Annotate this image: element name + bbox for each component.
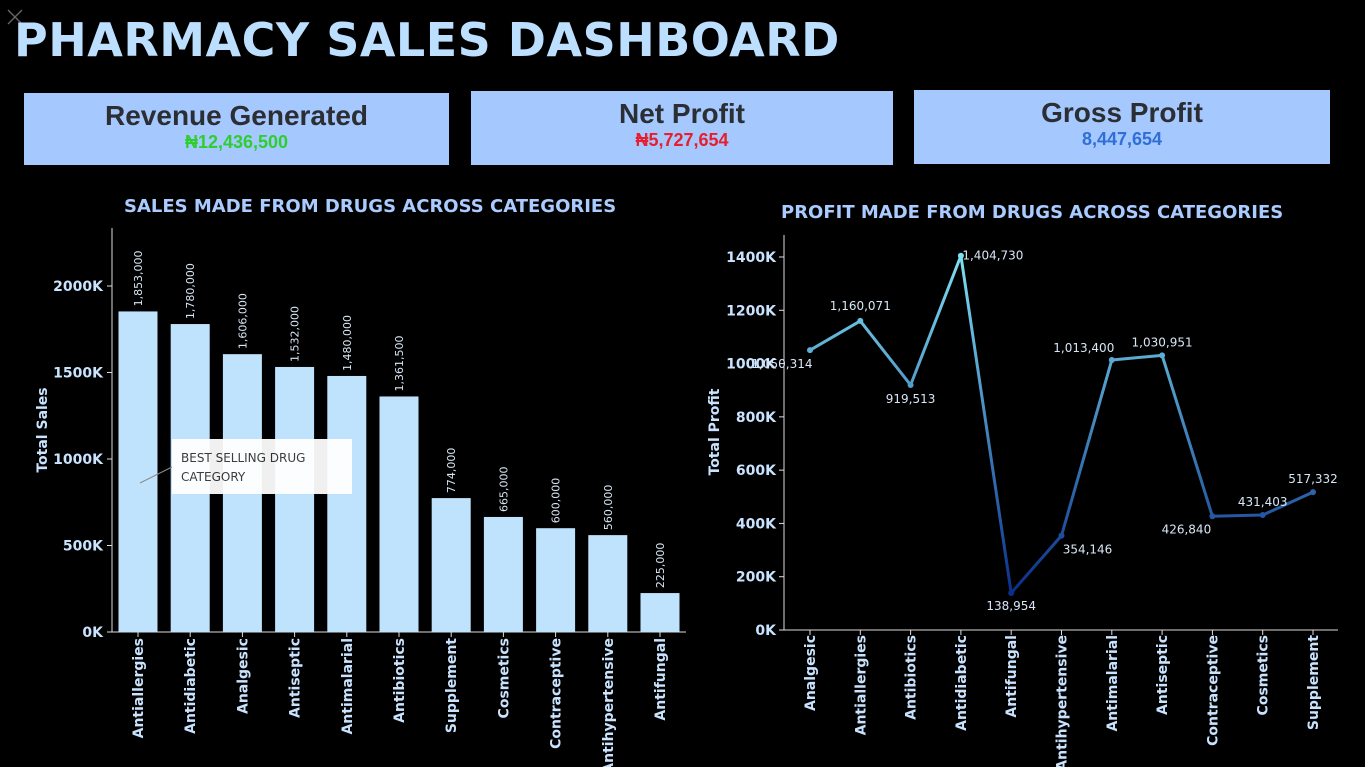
sales-category-label: Antihypertensive <box>601 638 617 767</box>
profit-category-label: Antidiabetic <box>954 635 970 731</box>
profit-line-segment <box>959 254 1013 595</box>
profit-point[interactable] <box>1159 352 1166 359</box>
profit-point[interactable] <box>1108 357 1115 364</box>
profit-y-tick-label: 800K <box>736 410 777 426</box>
sales-bar[interactable] <box>327 375 367 632</box>
best-selling-annotation: BEST SELLING DRUG CATEGORY <box>172 439 352 494</box>
profit-point[interactable] <box>1008 589 1015 596</box>
sales-category-label: Antiallergies <box>131 638 147 738</box>
sales-category-label: Analgesic <box>235 638 251 714</box>
profit-category-label: Antifungal <box>1004 635 1020 718</box>
profit-category-label: Analgesic <box>803 635 819 711</box>
profit-category-label: Antimalarial <box>1105 635 1121 732</box>
sales-y-tick-label: 2000K <box>53 279 104 295</box>
sales-y-tick-label: 1500K <box>53 366 104 382</box>
sales-category-label: Antifungal <box>653 638 669 721</box>
profit-data-label: 1,160,071 <box>830 299 891 313</box>
sales-bar[interactable] <box>431 498 471 632</box>
profit-data-label: 919,513 <box>886 392 936 406</box>
profit-category-label: Antibiotics <box>904 635 920 720</box>
profit-point[interactable] <box>1209 513 1216 520</box>
sales-bar[interactable] <box>588 535 628 632</box>
sales-data-label: 1,480,000 <box>341 315 354 371</box>
profit-point[interactable] <box>857 317 864 324</box>
profit-category-label: Antiallergies <box>853 635 869 735</box>
profit-category-label: Cosmetics <box>1256 635 1272 715</box>
profit-data-label: 1,030,951 <box>1132 335 1193 349</box>
sales-y-tick-label: 1000K <box>53 452 104 468</box>
sales-bar[interactable] <box>275 366 315 632</box>
sales-category-label: Antimalarial <box>340 638 356 735</box>
profit-y-tick-label: 200K <box>736 570 777 586</box>
sales-bar[interactable] <box>118 311 158 632</box>
profit-y-tick-label: 400K <box>736 516 777 532</box>
profit-data-label: 1,013,400 <box>1053 341 1114 355</box>
profit-point[interactable] <box>1058 532 1065 539</box>
profit-data-label: 517,332 <box>1288 472 1338 486</box>
profit-data-label: 138,954 <box>986 599 1036 613</box>
sales-bar[interactable] <box>536 528 576 632</box>
profit-line-segment <box>909 254 963 387</box>
profit-line-segment <box>1060 358 1114 538</box>
sales-category-label: Cosmetics <box>496 638 512 718</box>
profit-y-tick-label: 1400K <box>726 250 777 266</box>
sales-y-axis-label: Total Sales <box>35 387 51 472</box>
sales-data-label: 1,780,000 <box>184 263 197 319</box>
sales-bar-chart: 0K 500K 1000K 1500K 2000K Total Sales 1,853,00… <box>35 228 686 767</box>
sales-category-label: Antibiotics <box>392 638 408 723</box>
profit-line-segment <box>1009 534 1063 595</box>
profit-point[interactable] <box>907 382 914 389</box>
profit-category-label: Contraceptive <box>1205 635 1221 746</box>
sales-category-label: Antiseptic <box>288 638 304 718</box>
sales-data-label: 225,000 <box>654 543 667 589</box>
sales-bar[interactable] <box>483 516 523 632</box>
profit-category-label: Antiseptic <box>1155 635 1171 715</box>
profit-line-segment <box>1210 513 1265 518</box>
sales-bar[interactable] <box>640 593 680 632</box>
profit-data-label: 1,050,314 <box>751 357 812 371</box>
sales-data-label: 560,000 <box>602 485 615 531</box>
profit-line-segment <box>1110 353 1164 362</box>
profit-point[interactable] <box>1310 489 1316 496</box>
profit-line-chart: 0K200K400K600K800K1000K1200K1400KTotal P… <box>707 235 1338 767</box>
profit-point[interactable] <box>807 347 813 354</box>
profit-point[interactable] <box>1259 512 1266 519</box>
sales-y-tick-label: 0K <box>82 625 104 641</box>
sales-data-label: 1,361,500 <box>393 335 406 391</box>
profit-line-segment <box>858 319 913 387</box>
profit-category-label: Antihypertensive <box>1055 635 1071 767</box>
profit-y-tick-label: 600K <box>736 463 777 479</box>
profit-line-segment <box>808 319 862 352</box>
sales-data-label: 1,532,000 <box>289 306 302 362</box>
profit-data-label: 354,146 <box>1063 543 1113 557</box>
sales-category-label: Contraceptive <box>549 638 565 749</box>
sales-category-label: Supplement <box>444 638 460 733</box>
sales-data-label: 774,000 <box>445 448 458 494</box>
sales-y-tick-label: 500K <box>63 539 104 555</box>
sales-category-label: Antidiabetic <box>183 638 199 734</box>
sales-data-label: 600,000 <box>550 478 563 524</box>
profit-data-label: 426,840 <box>1162 522 1212 536</box>
profit-y-axis-label: Total Profit <box>707 388 723 475</box>
sales-bar[interactable] <box>379 396 419 632</box>
profit-y-tick-label: 1200K <box>726 303 777 319</box>
profit-y-tick-label: 0K <box>755 623 777 639</box>
sales-data-label: 665,000 <box>497 466 510 512</box>
profit-category-label: Supplement <box>1306 635 1322 730</box>
sales-data-label: 1,853,000 <box>132 250 145 306</box>
profit-line-segment <box>1160 353 1214 518</box>
profit-data-label: 1,404,730 <box>962 249 1023 263</box>
sales-data-label: 1,606,000 <box>236 293 249 349</box>
profit-data-label: 431,403 <box>1238 495 1288 509</box>
